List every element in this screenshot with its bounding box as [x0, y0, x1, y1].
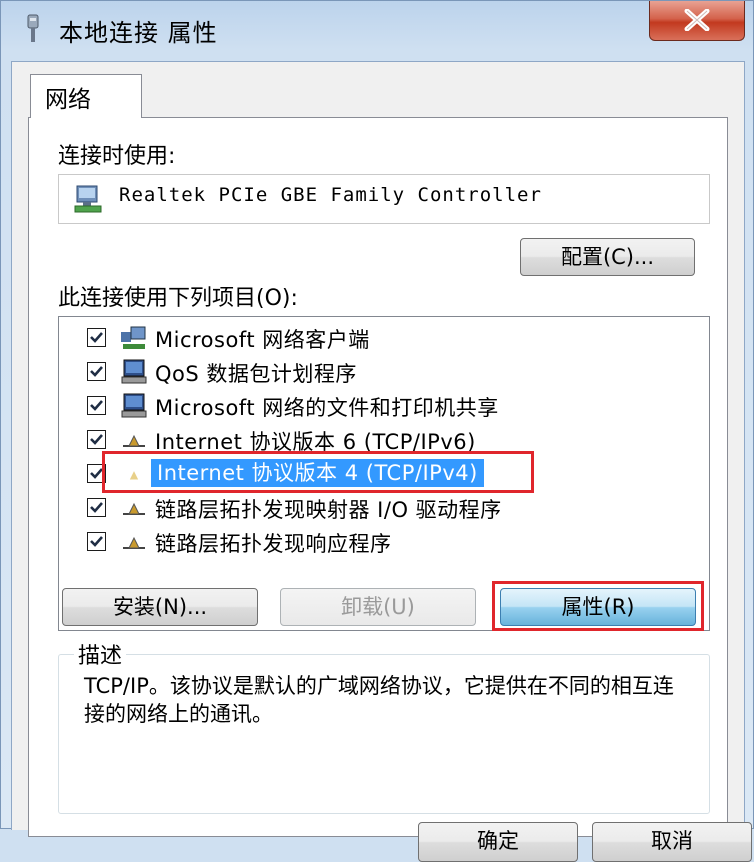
protocol-icon [123, 536, 145, 549]
item-label: Internet 协议版本 4 (TCP/IPv4) [151, 459, 484, 487]
tab-network[interactable]: 网络 [30, 74, 142, 118]
item-checkbox[interactable] [87, 464, 106, 483]
components-list[interactable]: Microsoft 网络客户端 QoS 数据包计划程序 Microsoft 网络… [58, 316, 710, 631]
uninstall-button[interactable]: 卸载(U) [280, 588, 476, 626]
item-label: Microsoft 网络的文件和打印机共享 [155, 396, 499, 420]
network-connection-icon [27, 14, 39, 42]
network-adapter-icon [74, 185, 102, 213]
network-client-icon [121, 326, 146, 349]
computer-service-icon [121, 359, 147, 384]
install-button[interactable]: 安装(N)... [62, 588, 258, 626]
tab-network-label: 网络 [45, 87, 91, 113]
dialog-client-area: 网络 连接时使用: Realtek PCIe GBE Family Contro… [11, 61, 752, 862]
item-label: Microsoft 网络客户端 [155, 328, 370, 352]
adapter-name: Realtek PCIe GBE Family Controller [119, 184, 542, 206]
list-item[interactable]: Microsoft 网络的文件和打印机共享 [59, 389, 709, 423]
list-item[interactable]: QoS 数据包计划程序 [59, 355, 709, 389]
item-checkbox[interactable] [87, 362, 106, 381]
properties-window: 本地连接 属性 网络 连接时使用: Realtek PCIe GBE Famil… [0, 0, 754, 862]
properties-button[interactable]: 属性(R) [500, 588, 696, 626]
item-label: Internet 协议版本 6 (TCP/IPv6) [155, 430, 476, 454]
item-checkbox[interactable] [87, 430, 106, 449]
list-item[interactable]: Internet 协议版本 6 (TCP/IPv6) [59, 423, 709, 457]
checkmark-icon [90, 434, 103, 445]
protocol-icon [123, 502, 145, 515]
item-label: 链路层拓扑发现响应程序 [155, 532, 392, 556]
ok-button[interactable]: 确定 [418, 822, 578, 862]
list-item[interactable]: 链路层拓扑发现响应程序 [59, 525, 709, 559]
configure-button[interactable]: 配置(C)... [520, 238, 695, 276]
checkmark-icon [90, 400, 103, 411]
title-bar[interactable]: 本地连接 属性 [1, 1, 754, 59]
checkmark-icon [90, 366, 103, 377]
window-title: 本地连接 属性 [59, 19, 218, 47]
computer-service-icon [121, 393, 147, 418]
close-icon [684, 9, 710, 31]
item-checkbox[interactable] [87, 396, 106, 415]
description-legend: 描述 [74, 638, 127, 670]
adapter-field: Realtek PCIe GBE Family Controller [58, 174, 710, 224]
cancel-button[interactable]: 取消 [592, 822, 752, 862]
item-checkbox[interactable] [87, 498, 106, 517]
description-text: TCP/IP。该协议是默认的广域网络协议，它提供在不同的相互连接的网络上的通讯。 [84, 674, 674, 726]
items-label: 此连接使用下列项目(O): [58, 286, 298, 311]
checkmark-icon [90, 536, 103, 547]
connect-using-label: 连接时使用: [58, 144, 176, 169]
item-label: QoS 数据包计划程序 [155, 362, 357, 386]
checkmark-icon [90, 502, 103, 513]
protocol-icon [123, 468, 145, 481]
list-item-selected[interactable]: Internet 协议版本 4 (TCP/IPv4) [59, 457, 709, 491]
close-button[interactable] [649, 1, 745, 41]
checkmark-icon [90, 332, 103, 343]
item-checkbox[interactable] [87, 328, 106, 347]
protocol-icon [123, 434, 145, 447]
list-item[interactable]: Microsoft 网络客户端 [59, 321, 709, 355]
list-item[interactable]: 链路层拓扑发现映射器 I/O 驱动程序 [59, 491, 709, 525]
item-checkbox[interactable] [87, 532, 106, 551]
checkmark-icon [90, 468, 103, 479]
item-label: 链路层拓扑发现映射器 I/O 驱动程序 [155, 498, 502, 522]
